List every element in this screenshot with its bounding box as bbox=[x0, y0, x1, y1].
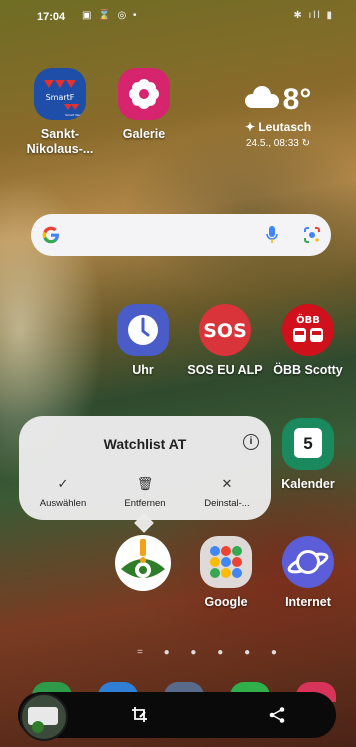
app-sankt-nikolaus[interactable]: SmartF Smart Werk Sankt- Nikolaus-... bbox=[20, 68, 100, 157]
signal-battery-icons: ✱ ıll ▮ bbox=[293, 10, 334, 21]
close-icon: ✕ bbox=[221, 476, 233, 491]
clock-icon bbox=[117, 304, 169, 356]
app-sos-eu-alp[interactable]: SOS SOS EU ALP bbox=[185, 304, 265, 378]
google-g-icon bbox=[42, 226, 59, 244]
action-label: Auswählen bbox=[39, 498, 87, 509]
action-deinstallieren[interactable]: ✕ Deinstal-... bbox=[185, 476, 269, 509]
sos-icon-text: SOS bbox=[203, 320, 247, 342]
smartf-badge: SmartF bbox=[46, 93, 75, 102]
obb-icon-text: ÖBB bbox=[296, 312, 320, 326]
app-folder-google[interactable]: Google bbox=[186, 536, 266, 610]
app-label: Sankt- Nikolaus-... bbox=[26, 127, 94, 156]
weather-widget[interactable]: 8° ✦ Leutasch 24.5., 08:33 ↻ bbox=[222, 84, 334, 149]
crop-edit-icon[interactable] bbox=[131, 706, 149, 724]
sankt-nikolaus-icon: SmartF Smart Werk bbox=[34, 68, 86, 120]
status-time: 17:04 bbox=[37, 11, 66, 23]
context-menu-title: Watchlist AT bbox=[103, 436, 187, 452]
calendar-day: 5 bbox=[294, 428, 322, 458]
google-search-bar[interactable] bbox=[31, 214, 331, 256]
calendar-icon: 5 bbox=[282, 418, 334, 470]
action-label: Entfernen bbox=[124, 498, 166, 509]
app-uhr[interactable]: Uhr bbox=[103, 304, 183, 378]
app-label: Google bbox=[204, 595, 248, 609]
app-label: Internet bbox=[285, 595, 331, 609]
app-label: Uhr bbox=[132, 363, 154, 377]
app-label: ÖBB Scotty bbox=[273, 363, 343, 377]
action-label: Deinstal-... bbox=[204, 498, 250, 509]
action-auswaehlen[interactable]: ✓ Auswählen bbox=[21, 476, 105, 509]
watchlist-eye-icon bbox=[115, 535, 171, 591]
microphone-icon[interactable] bbox=[265, 225, 279, 245]
app-context-menu: Watchlist AT i ✓ Auswählen 🗑 Entfernen ✕… bbox=[19, 416, 271, 533]
flower-icon bbox=[118, 68, 170, 120]
app-internet[interactable]: Internet bbox=[268, 536, 348, 610]
weather-temp: 8° bbox=[282, 83, 312, 116]
app-label: SOS EU ALP bbox=[187, 363, 263, 377]
app-kalender[interactable]: 5 Kalender bbox=[268, 418, 348, 492]
location-pin-icon: ✦ bbox=[244, 120, 259, 134]
screenshot-thumbnail[interactable] bbox=[20, 693, 68, 741]
google-lens-icon[interactable] bbox=[303, 226, 321, 244]
smartf-logo-icon: SmartF Smart Werk bbox=[44, 80, 83, 117]
app-watchlist-at[interactable] bbox=[103, 535, 183, 598]
share-icon[interactable] bbox=[268, 706, 286, 724]
refresh-icon[interactable]: ↻ bbox=[302, 138, 310, 149]
train-bus-icon: ÖBB bbox=[282, 304, 334, 356]
app-label: Galerie bbox=[122, 127, 166, 141]
action-entfernen[interactable]: 🗑 Entfernen bbox=[103, 476, 187, 509]
notification-icons: ▣ ⌛ ◎ • bbox=[82, 10, 139, 21]
weather-location: Leutasch bbox=[258, 120, 312, 134]
trash-icon: 🗑 bbox=[136, 476, 154, 491]
weather-updated: 24.5., 08:33 bbox=[246, 138, 299, 149]
page-indicator[interactable]: = ● ● ● ● ● bbox=[137, 647, 286, 658]
app-obb-scotty[interactable]: ÖBB ÖBB Scotty bbox=[268, 304, 348, 378]
smartf-subtext: Smart Werk bbox=[65, 113, 83, 117]
status-bar: 17:04 ▣ ⌛ ◎ • ✱ ıll ▮ bbox=[0, 0, 356, 34]
sos-icon: SOS bbox=[199, 304, 251, 356]
home-screen: 17:04 ▣ ⌛ ◎ • ✱ ıll ▮ SmartF Smart Werk … bbox=[0, 0, 356, 747]
app-label: Kalender bbox=[281, 477, 335, 491]
info-icon[interactable]: i bbox=[243, 434, 259, 450]
app-galerie[interactable]: Galerie bbox=[104, 68, 184, 142]
check-circle-icon: ✓ bbox=[57, 476, 69, 491]
google-folder-icon bbox=[200, 536, 252, 588]
cloud-icon bbox=[244, 86, 279, 109]
internet-planet-icon bbox=[282, 536, 334, 588]
